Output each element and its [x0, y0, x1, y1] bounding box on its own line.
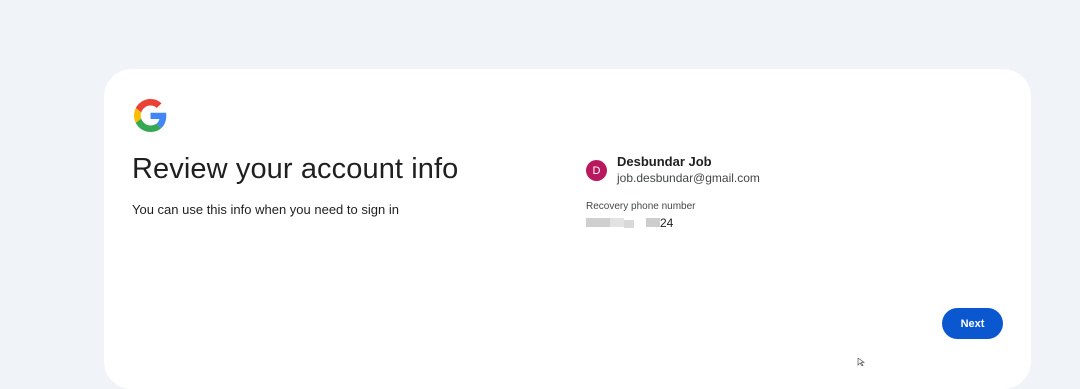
account-name: Desbundar Job: [617, 154, 712, 169]
redacted-digits: [624, 220, 634, 228]
recovery-phone-value: 24: [586, 216, 676, 230]
redacted-digits: [646, 218, 660, 227]
redacted-digits: [586, 218, 610, 227]
page-title: Review your account info: [132, 153, 459, 185]
recovery-phone-label: Recovery phone number: [586, 201, 696, 212]
sign-in-card: Review your account info You can use thi…: [104, 69, 1031, 389]
next-button[interactable]: Next: [942, 308, 1003, 339]
recovery-phone-visible-digits: 24: [660, 216, 674, 230]
account-details: Desbundar Job job.desbundar@gmail.com: [617, 154, 760, 187]
page-subtitle: You can use this info when you need to s…: [132, 202, 399, 217]
redacted-digits: [610, 218, 624, 227]
account-email: job.desbundar@gmail.com: [617, 171, 760, 185]
account-chip: D Desbundar Job job.desbundar@gmail.com: [586, 154, 760, 187]
avatar: D: [586, 160, 607, 181]
google-logo-icon: [134, 99, 167, 132]
